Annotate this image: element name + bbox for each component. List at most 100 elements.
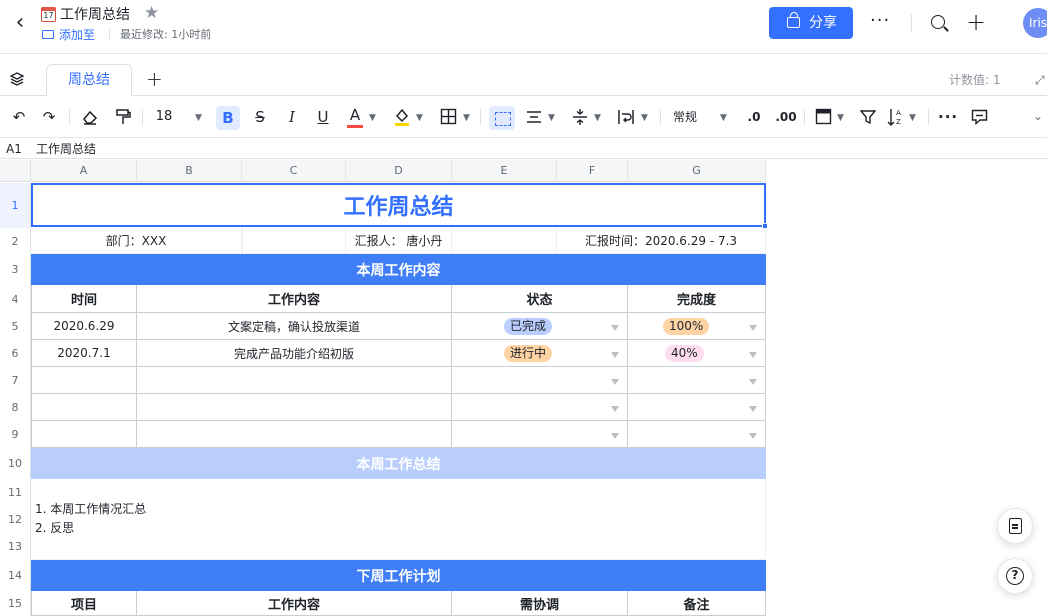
dropdown-arrow-icon[interactable] [749, 406, 757, 412]
table-cell-content[interactable]: 文案定稿，确认投放渠道 [137, 313, 452, 340]
expand-icon[interactable]: ⤢ [1035, 73, 1045, 88]
header-progress[interactable]: 完成度 [628, 285, 766, 313]
progress-dropdown-cell[interactable] [628, 367, 766, 394]
row-header[interactable]: 15 [0, 591, 31, 616]
comment-icon[interactable] [971, 109, 988, 125]
table-cell[interactable] [137, 367, 452, 394]
column-header-b[interactable]: B [137, 160, 242, 182]
row-header[interactable]: 4 [0, 285, 31, 313]
row-header[interactable]: 13 [0, 533, 31, 560]
cell-reference[interactable]: A1 [6, 141, 22, 157]
status-dropdown-cell[interactable] [452, 394, 628, 421]
progress-dropdown-cell[interactable] [628, 394, 766, 421]
report-time-cell[interactable]: 汇报时间：2020.6.29 - 7.3 [557, 228, 766, 254]
table-cell-content[interactable]: 完成产品功能介绍初版 [137, 340, 452, 367]
more-tools-icon[interactable]: ··· [938, 106, 958, 128]
row-header[interactable]: 2 [0, 228, 31, 254]
eraser-icon[interactable] [81, 108, 99, 126]
dropdown-arrow-icon[interactable] [749, 325, 757, 331]
chevron-down-icon[interactable]: ▼ [594, 113, 601, 123]
chevron-down-icon[interactable]: ▼ [837, 113, 844, 123]
strikethrough-icon[interactable]: S [251, 106, 269, 128]
align-horizontal-icon[interactable] [526, 109, 542, 125]
dropdown-arrow-icon[interactable] [611, 379, 619, 385]
share-button[interactable]: 分享 [769, 7, 853, 39]
table-cell[interactable] [31, 394, 137, 421]
document-outline-icon[interactable] [997, 508, 1033, 544]
section-banner-this-week[interactable]: 本周工作内容 [31, 254, 766, 285]
undo-icon[interactable]: ↶ [10, 106, 28, 128]
header-coordination[interactable]: 需协调 [452, 591, 628, 616]
column-header-f[interactable]: F [557, 160, 628, 182]
filter-icon[interactable] [860, 109, 876, 125]
select-all-corner[interactable] [0, 160, 31, 182]
document-title[interactable]: 工作周总结 [60, 6, 130, 24]
add-sheet-icon[interactable]: + [146, 67, 163, 91]
row-header[interactable]: 14 [0, 560, 31, 591]
header-time[interactable]: 时间 [31, 285, 137, 313]
section-banner-next-week[interactable]: 下周工作计划 [31, 560, 766, 591]
chevron-down-icon[interactable]: ▼ [641, 113, 648, 123]
decrease-decimal-icon[interactable]: .0 [745, 106, 763, 128]
collapse-toolbar-icon[interactable]: ⌄ [1033, 109, 1043, 123]
row-header[interactable]: 9 [0, 421, 31, 448]
help-icon[interactable]: ? [997, 558, 1033, 594]
row-header[interactable]: 1 [0, 183, 31, 228]
progress-dropdown-cell[interactable] [628, 421, 766, 448]
number-format-select[interactable]: 常规 [672, 106, 698, 128]
row-header[interactable]: 7 [0, 367, 31, 394]
table-cell[interactable] [137, 421, 452, 448]
chevron-down-icon[interactable]: ▼ [909, 113, 916, 123]
search-icon[interactable] [931, 15, 945, 29]
more-options-icon[interactable]: ··· [870, 10, 890, 32]
table-cell[interactable] [31, 367, 137, 394]
row-header[interactable]: 12 [0, 506, 31, 533]
formula-content[interactable]: 工作周总结 [36, 141, 96, 157]
empty-cell[interactable] [242, 228, 346, 254]
avatar[interactable]: Iris [1023, 8, 1047, 38]
table-cell-time[interactable]: 2020.7.1 [31, 340, 137, 367]
row-header[interactable]: 6 [0, 340, 31, 367]
chevron-down-icon[interactable]: ▼ [416, 113, 423, 123]
dropdown-arrow-icon[interactable] [749, 352, 757, 358]
reporter-cell[interactable]: 汇报人： 唐小丹 [346, 228, 452, 254]
chevron-down-icon[interactable]: ▼ [548, 113, 555, 123]
dropdown-arrow-icon[interactable] [611, 406, 619, 412]
redo-icon[interactable]: ↷ [40, 106, 58, 128]
italic-icon[interactable]: I [284, 106, 300, 128]
sort-icon[interactable]: A Z [886, 107, 904, 127]
status-dropdown-cell[interactable] [452, 421, 628, 448]
table-cell[interactable] [137, 394, 452, 421]
chevron-down-icon[interactable]: ▼ [720, 113, 727, 123]
bold-button[interactable]: B [216, 106, 240, 130]
fill-color-icon[interactable] [393, 107, 411, 127]
header-status[interactable]: 状态 [452, 285, 628, 313]
layers-icon[interactable] [10, 72, 24, 86]
column-header-a[interactable]: A [31, 160, 137, 182]
empty-cell[interactable] [452, 228, 557, 254]
sheet-title-cell[interactable]: 工作周总结 [31, 183, 766, 227]
tab-week-summary[interactable]: 周总结 [46, 64, 132, 96]
row-header[interactable]: 10 [0, 448, 31, 479]
dropdown-arrow-icon[interactable] [611, 433, 619, 439]
status-dropdown-cell[interactable] [452, 367, 628, 394]
borders-icon[interactable] [440, 108, 457, 125]
progress-dropdown-cell[interactable]: 100% [628, 313, 766, 340]
back-arrow-icon[interactable]: ‹ [10, 12, 30, 34]
dropdown-arrow-icon[interactable] [749, 433, 757, 439]
header-notes[interactable]: 备注 [628, 591, 766, 616]
row-header[interactable]: 8 [0, 394, 31, 421]
summary-cell[interactable] [31, 479, 766, 560]
header-next-content[interactable]: 工作内容 [137, 591, 452, 616]
header-content[interactable]: 工作内容 [137, 285, 452, 313]
progress-dropdown-cell[interactable]: 40% [628, 340, 766, 367]
dropdown-arrow-icon[interactable] [611, 352, 619, 358]
freeze-icon[interactable] [815, 108, 832, 125]
dropdown-arrow-icon[interactable] [611, 325, 619, 331]
folder-icon[interactable] [42, 30, 54, 39]
column-header-g[interactable]: G [628, 160, 766, 182]
row-header[interactable]: 11 [0, 479, 31, 506]
status-dropdown-cell[interactable]: 进行中 [452, 340, 628, 367]
table-cell-time[interactable]: 2020.6.29 [31, 313, 137, 340]
increase-decimal-icon[interactable]: .00 [775, 106, 797, 128]
